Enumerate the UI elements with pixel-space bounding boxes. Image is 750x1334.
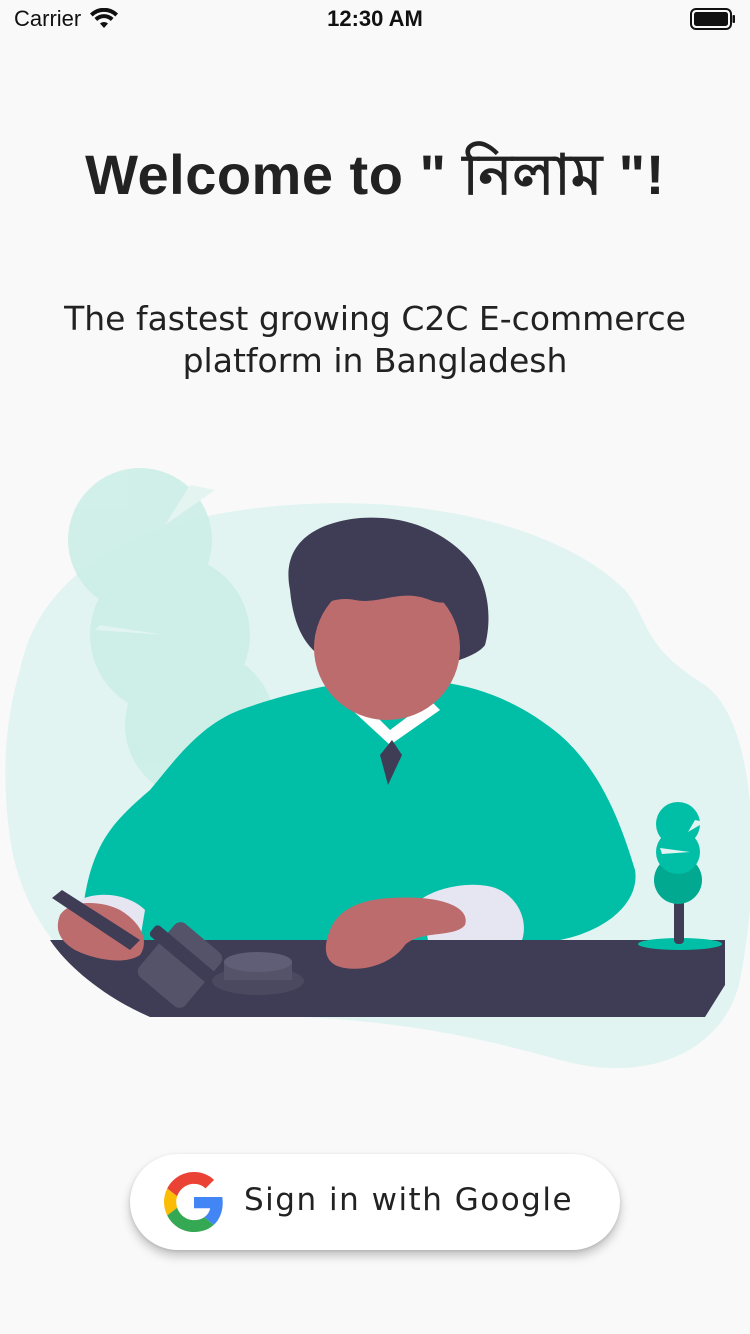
sound-block [212,952,304,1008]
battery-full-icon [690,8,735,30]
auction-judge-illustration [5,468,750,1068]
google-logo-icon [164,1172,223,1232]
subtitle-text: The fastest growing C2C E-commerce platf… [64,299,686,380]
google-sign-in-label: Sign in with Google [244,1182,574,1218]
welcome-title: Welcome to " নিলাম "! [85,143,665,206]
status-time: 12:30 AM [327,6,423,31]
google-sign-in-button[interactable]: Sign in with Google [130,1154,620,1250]
status-bar: Carrier 12:30 AM [0,0,750,40]
